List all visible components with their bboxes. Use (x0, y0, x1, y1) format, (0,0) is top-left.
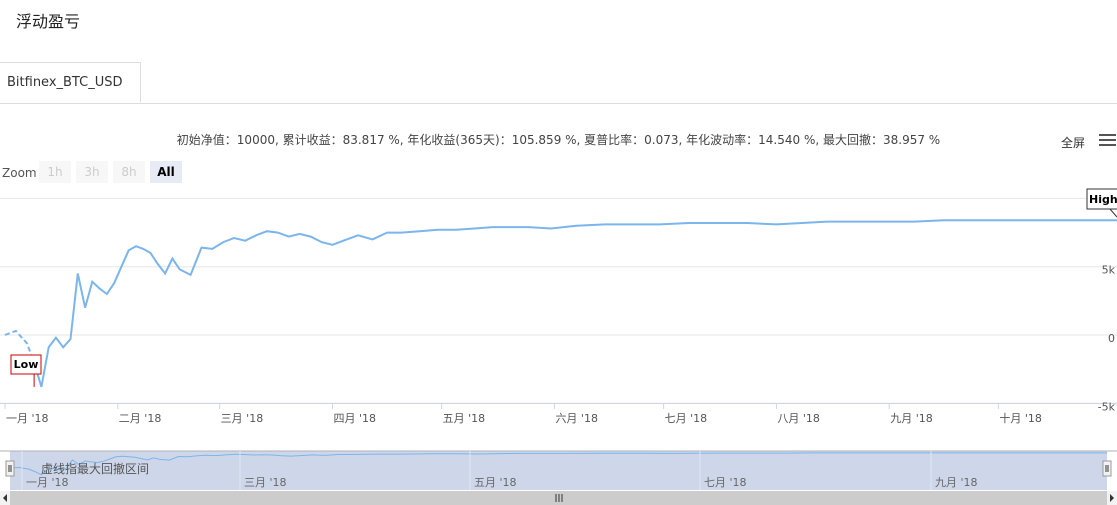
y-tick-label: 0 (1108, 332, 1115, 345)
y-tick-label: -5k (1098, 400, 1116, 413)
navigator-tick-label: 七月 '18 (704, 476, 747, 489)
x-tick-label: 三月 '18 (221, 412, 264, 425)
navigator-tick-label: 五月 '18 (474, 476, 517, 489)
x-tick-label: 五月 '18 (443, 412, 486, 425)
x-tick-label: 九月 '18 (890, 412, 933, 425)
equity-line (33, 219, 1117, 388)
high-flag-label: High (1089, 193, 1117, 206)
x-tick-label: 一月 '18 (6, 412, 49, 425)
equity-chart: -5k 0 5k 一月 '18 二月 '18 三月 '18 四月 '18 五月 '18 六月 '… (0, 188, 1117, 505)
navigator-tick-label: 三月 '18 (244, 476, 287, 489)
navigator-handle[interactable] (1102, 460, 1112, 477)
drawdown-annotation: 虚线指最大回撤区间 (41, 461, 149, 476)
x-tick-label: 六月 '18 (555, 412, 598, 425)
navigator-tick-label: 九月 '18 (935, 476, 978, 489)
high-flag-stem (1109, 208, 1117, 218)
low-flag-label: Low (14, 358, 39, 371)
x-tick-label: 八月 '18 (777, 412, 820, 425)
y-tick-label: 5k (1102, 264, 1116, 277)
x-tick-label: 二月 '18 (119, 412, 162, 425)
x-tick-label: 四月 '18 (333, 412, 376, 425)
navigator-tick-label: 一月 '18 (26, 476, 69, 489)
x-tick-label: 十月 '18 (999, 411, 1042, 425)
navigator-handle[interactable] (5, 460, 15, 477)
x-tick-label: 七月 '18 (665, 412, 708, 425)
